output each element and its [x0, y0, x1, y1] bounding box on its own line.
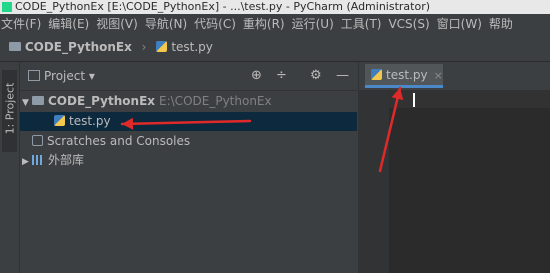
python-file-icon	[54, 115, 65, 126]
menu-vcs[interactable]: VCS(S)	[387, 14, 435, 34]
title-bar: CODE_PythonEx [E:\CODE_PythonEx] - ...\t…	[0, 0, 550, 14]
left-tool-strip: 1: Project	[0, 62, 20, 273]
project-root-path: E:\CODE_PythonEx	[159, 94, 272, 108]
menu-run[interactable]: 运行(U)	[291, 14, 340, 34]
tree-item-external-libraries[interactable]: ▶ 外部库	[20, 151, 357, 170]
expand-caret-icon[interactable]: ▶	[22, 153, 32, 172]
tab-test-py[interactable]: test.py ×	[365, 64, 443, 88]
menu-view[interactable]: 视图(V)	[95, 14, 144, 34]
test-py-label: test.py	[69, 114, 111, 128]
pycharm-logo-icon	[2, 2, 12, 12]
hide-panel-icon[interactable]: —	[336, 62, 349, 90]
project-tool-window-label: 1: Project	[3, 82, 17, 135]
project-view-icon	[28, 70, 40, 81]
menu-navigate[interactable]: 导航(N)	[144, 14, 193, 34]
text-cursor	[413, 93, 415, 107]
python-file-icon	[371, 69, 382, 80]
folder-icon	[32, 96, 44, 105]
scratches-icon	[32, 135, 43, 146]
menu-refactor[interactable]: 重构(R)	[242, 14, 291, 34]
menu-help[interactable]: 帮助	[488, 14, 519, 34]
collapse-all-icon[interactable]: ÷	[276, 62, 287, 90]
python-file-icon	[156, 41, 168, 52]
editor-gutter	[359, 91, 389, 273]
folder-icon	[8, 42, 21, 51]
editor-area: test.py ×	[358, 62, 550, 273]
window-title: CODE_PythonEx [E:\CODE_PythonEx] - ...\t…	[15, 0, 431, 13]
locate-target-icon[interactable]: ⊕	[251, 62, 262, 90]
library-icon	[32, 154, 44, 165]
project-panel: Project ▾ ⊕ ÷ ⚙ — ▼ CODE_PythonEx E:\CODE_…	[20, 62, 357, 273]
tree-item-test-py[interactable]: test.py	[20, 112, 357, 131]
editor-tab-label: test.py	[386, 68, 428, 82]
project-root-label: CODE_PythonEx	[48, 94, 156, 108]
chevron-down-icon: ▾	[88, 69, 95, 83]
breadcrumb-separator-icon: ›	[141, 40, 147, 54]
breadcrumb: CODE_PythonEx › test.py	[0, 34, 550, 62]
menu-window[interactable]: 窗口(W)	[436, 14, 488, 34]
external-libraries-label: 外部库	[48, 153, 85, 167]
tree-item-scratches[interactable]: Scratches and Consoles	[20, 132, 357, 151]
breadcrumb-project[interactable]: CODE_PythonEx	[8, 34, 132, 61]
project-title: Project	[44, 69, 86, 83]
gear-icon[interactable]: ⚙	[310, 62, 322, 90]
menu-code[interactable]: 代码(C)	[193, 14, 242, 34]
menu-tools[interactable]: 工具(T)	[340, 14, 388, 34]
breadcrumb-file[interactable]: test.py	[156, 34, 213, 61]
scratches-label: Scratches and Consoles	[47, 134, 191, 148]
project-tool-window-tab[interactable]: 1: Project	[2, 70, 17, 152]
close-icon[interactable]: ×	[434, 69, 443, 82]
menu-file[interactable]: 文件(F)	[0, 14, 47, 34]
project-panel-header: Project ▾ ⊕ ÷ ⚙ —	[20, 62, 357, 91]
editor-tab-bar: test.py ×	[359, 62, 550, 91]
menu-edit[interactable]: 编辑(E)	[47, 14, 95, 34]
expand-caret-icon[interactable]: ▼	[22, 94, 32, 113]
menu-bar: 文件(F) 编辑(E) 视图(V) 导航(N) 代码(C) 重构(R) 运行(U) 工具(T)…	[0, 14, 550, 34]
project-view-selector[interactable]: Project ▾	[28, 62, 95, 90]
tree-item-project-root[interactable]: ▼ CODE_PythonEx E:\CODE_PythonEx	[20, 92, 357, 111]
